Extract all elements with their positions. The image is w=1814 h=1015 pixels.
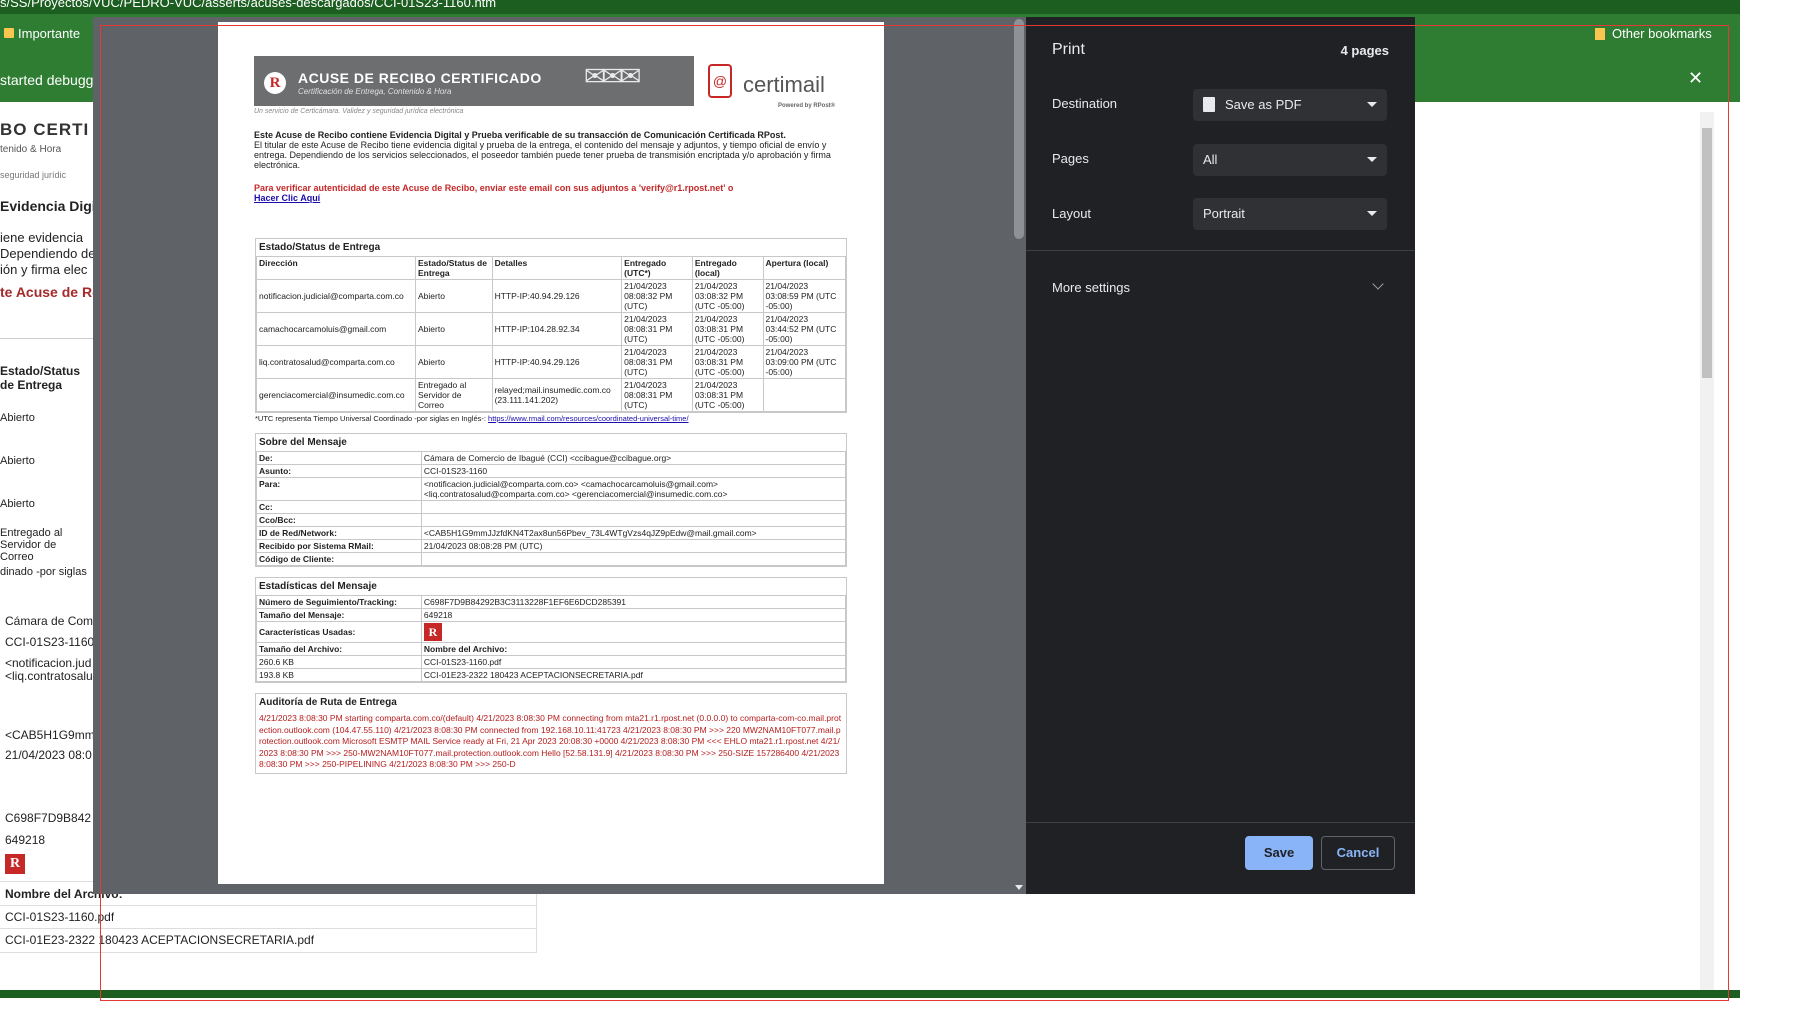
bg-msg-cell: CCI-01S23-1160 bbox=[5, 635, 95, 649]
bg-acuse-red: te Acuse de Re bbox=[0, 284, 100, 300]
bg-msg-cell: <CAB5H1G9mm bbox=[5, 728, 95, 742]
bg-header-sub: tenido & Hora bbox=[0, 144, 62, 155]
bg-status-row: Abierto bbox=[0, 412, 35, 424]
bg-line: Dependiendo de bbox=[0, 246, 96, 261]
bg-entregado: Entregado al bbox=[0, 527, 63, 539]
bg-header-sub2: seguridad jurídic bbox=[0, 170, 67, 180]
bg-entregado: Correo bbox=[0, 551, 34, 563]
bg-status-header: Estado/Status bbox=[0, 364, 81, 378]
highlight-frame bbox=[100, 25, 1729, 1001]
bg-msg-cell: Cámara de Com bbox=[5, 614, 94, 628]
bg-stats-cell: C698F7D9B842 bbox=[5, 811, 92, 825]
bg-utc-note: dinado -por siglas bbox=[0, 566, 87, 578]
folder-icon bbox=[4, 28, 14, 38]
address-text: s/SS/Proyectos/VUC/PEDRO-VUC/asserts/acu… bbox=[0, 0, 497, 10]
bg-entregado: Servidor de bbox=[0, 539, 57, 551]
bg-msg-cell: <liq.contratosalu bbox=[5, 669, 93, 683]
infobar-text: started debugg bbox=[0, 72, 94, 88]
bg-status-row: Abierto bbox=[0, 455, 35, 467]
bg-line: iene evidencia bbox=[0, 230, 84, 245]
address-bar[interactable]: s/SS/Proyectos/VUC/PEDRO-VUC/asserts/acu… bbox=[0, 0, 1740, 14]
bg-stats-cell: 649218 bbox=[5, 833, 46, 847]
bg-status-row: Abierto bbox=[0, 498, 35, 510]
bookmark-importante[interactable]: Importante bbox=[18, 26, 80, 41]
bg-evidencia: Evidencia Digit bbox=[0, 198, 101, 214]
bg-file: CCI-01S23-1160.pdf bbox=[5, 910, 115, 924]
rpost-r-icon: R bbox=[5, 854, 25, 874]
bg-msg-cell: 21/04/2023 08:0 bbox=[5, 748, 92, 762]
bg-status-header: de Entrega bbox=[0, 378, 63, 392]
bg-line: ión y firma elec bbox=[0, 262, 88, 277]
bg-msg-cell: <notificacion.jud bbox=[5, 656, 92, 670]
divider bbox=[0, 338, 93, 339]
bg-header-title: BO CERTI bbox=[0, 120, 90, 139]
